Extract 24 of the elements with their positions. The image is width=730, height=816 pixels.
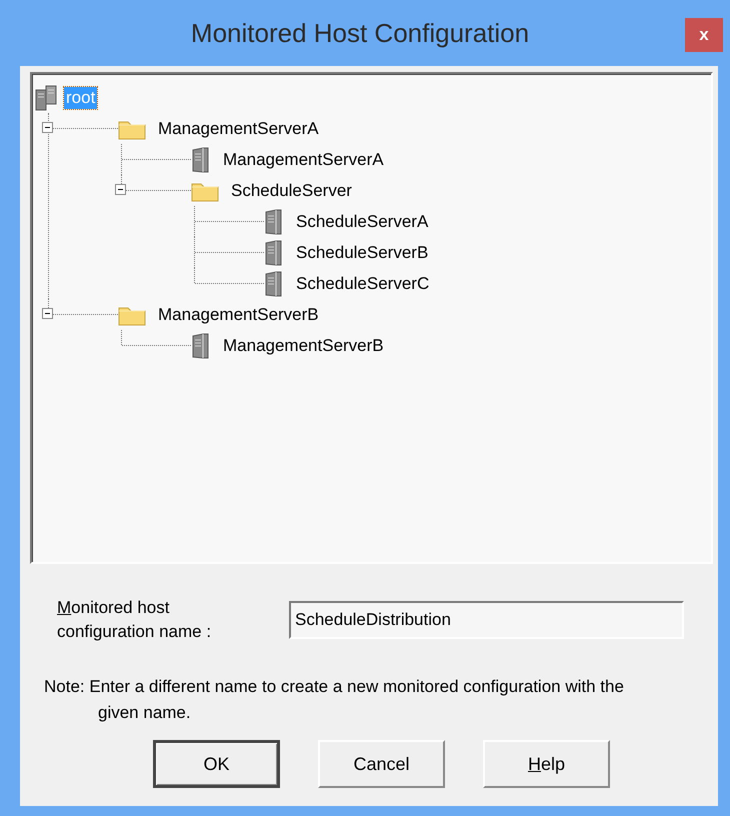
tree-item[interactable]: ScheduleServer [229,180,354,202]
close-button[interactable]: x [685,18,723,52]
collapse-toggle[interactable] [115,184,126,195]
tree-item[interactable]: ManagementServerB [156,304,321,326]
dialog-button[interactable]: Help [483,740,610,788]
server-icon [264,240,284,266]
dialog-button[interactable]: Cancel [318,740,445,788]
dialog-button[interactable]: OK [153,740,280,788]
server-icon [191,332,211,358]
window-title: Monitored Host Configuration [190,18,530,48]
collapse-toggle[interactable] [42,122,53,133]
server-icon [264,270,284,296]
note-text: Note: Enter a different name to create a new monitored configuration with the given name. [44,676,625,724]
field-label: Monitored host configuration name : [57,597,212,643]
tree-item[interactable]: ScheduleServerB [294,242,430,264]
tree-item[interactable]: ManagementServerA [221,148,386,170]
server-icon [191,146,211,172]
tree-item[interactable]: ScheduleServerC [294,272,432,294]
tree-item[interactable]: ManagementServerB [221,334,386,356]
collapse-toggle[interactable] [42,308,53,319]
tree-item[interactable]: ManagementServerA [156,118,321,140]
name-field[interactable]: ScheduleDistribution [289,601,684,639]
server-icon [264,208,284,234]
tree-item[interactable]: ScheduleServerA [294,210,430,232]
